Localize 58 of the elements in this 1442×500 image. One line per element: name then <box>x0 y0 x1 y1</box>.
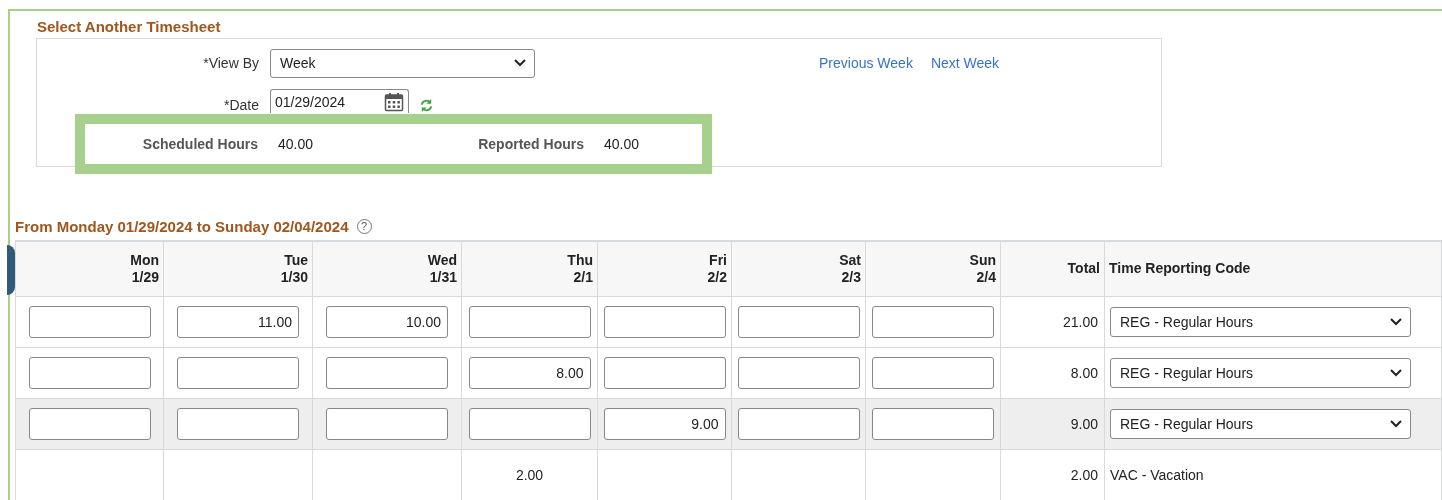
day-column-header: Sun 2/4 <box>865 241 1001 296</box>
hours-input[interactable] <box>28 407 151 440</box>
view-by-select[interactable]: Week <box>270 48 535 78</box>
day-column-header: Thu 2/1 <box>461 241 598 296</box>
hours-input[interactable]: 11.00 <box>177 305 299 338</box>
hours-value: 40.00 <box>604 136 641 152</box>
day-column-header: Fri 2/2 <box>597 241 732 296</box>
time-code-select[interactable]: REG - Regular Hours <box>1110 408 1411 439</box>
hours-input[interactable] <box>28 356 151 389</box>
chevron-down-icon <box>1390 419 1402 428</box>
hours-input[interactable] <box>737 356 860 389</box>
chevron-down-icon <box>514 59 526 67</box>
week-link[interactable]: Previous Week <box>819 55 913 71</box>
chevron-down-icon <box>1390 317 1402 326</box>
row-total: 8.00 <box>1070 364 1098 381</box>
hours-input[interactable] <box>326 407 448 440</box>
hours-value: 2.00 <box>515 466 544 483</box>
date-field[interactable]: 01/29/2024 <box>270 89 409 113</box>
hours-input[interactable] <box>872 305 994 338</box>
hours-label: Scheduled Hours <box>141 136 258 152</box>
total-column-header: Total <box>1000 241 1105 296</box>
row-total: 9.00 <box>1070 415 1098 432</box>
time-code-select[interactable]: REG - Regular Hours <box>1110 306 1411 337</box>
hours-input[interactable]: 9.00 <box>603 407 726 440</box>
hours-input[interactable] <box>177 407 299 440</box>
day-column-header: Sat 2/3 <box>731 241 866 296</box>
hours-value: 40.00 <box>278 136 315 152</box>
collapse-handle[interactable] <box>7 245 15 295</box>
chevron-down-icon <box>1390 368 1402 377</box>
hours-input[interactable] <box>737 407 860 440</box>
hours-input[interactable] <box>28 305 151 338</box>
hours-input[interactable] <box>603 356 726 389</box>
day-column-header: Wed 1/31 <box>312 241 462 296</box>
period-title: From Monday 01/29/2024 to Sunday 02/04/2024 <box>15 217 349 235</box>
code-column-header: Time Reporting Code <box>1104 241 1442 296</box>
refresh-icon[interactable] <box>419 98 434 113</box>
row-total: 21.00 <box>1062 313 1098 330</box>
time-code-select[interactable]: REG - Regular Hours <box>1110 357 1411 388</box>
hours-label: Reported Hours <box>477 136 584 152</box>
hours-input[interactable] <box>872 356 994 389</box>
day-column-header: Tue 1/30 <box>163 241 313 296</box>
section-title: Select Another Timesheet <box>37 17 222 36</box>
hours-input[interactable] <box>468 305 591 338</box>
hours-input[interactable] <box>737 305 860 338</box>
day-column-header: Mon 1/29 <box>15 241 164 296</box>
calendar-icon[interactable] <box>384 91 404 112</box>
week-link[interactable]: Next Week <box>930 55 1000 71</box>
field-label: *View By <box>202 55 259 71</box>
hours-input[interactable] <box>872 407 994 440</box>
hours-input[interactable]: 8.00 <box>468 356 591 389</box>
hours-input[interactable] <box>468 407 591 440</box>
time-code-text: VAC - Vacation <box>1110 466 1204 483</box>
hours-input[interactable]: 10.00 <box>326 305 448 338</box>
hours-input[interactable] <box>603 305 726 338</box>
field-label: *Date <box>222 97 259 113</box>
row-total: 2.00 <box>1070 466 1098 483</box>
hours-input[interactable] <box>326 356 448 389</box>
hours-input[interactable] <box>177 356 299 389</box>
